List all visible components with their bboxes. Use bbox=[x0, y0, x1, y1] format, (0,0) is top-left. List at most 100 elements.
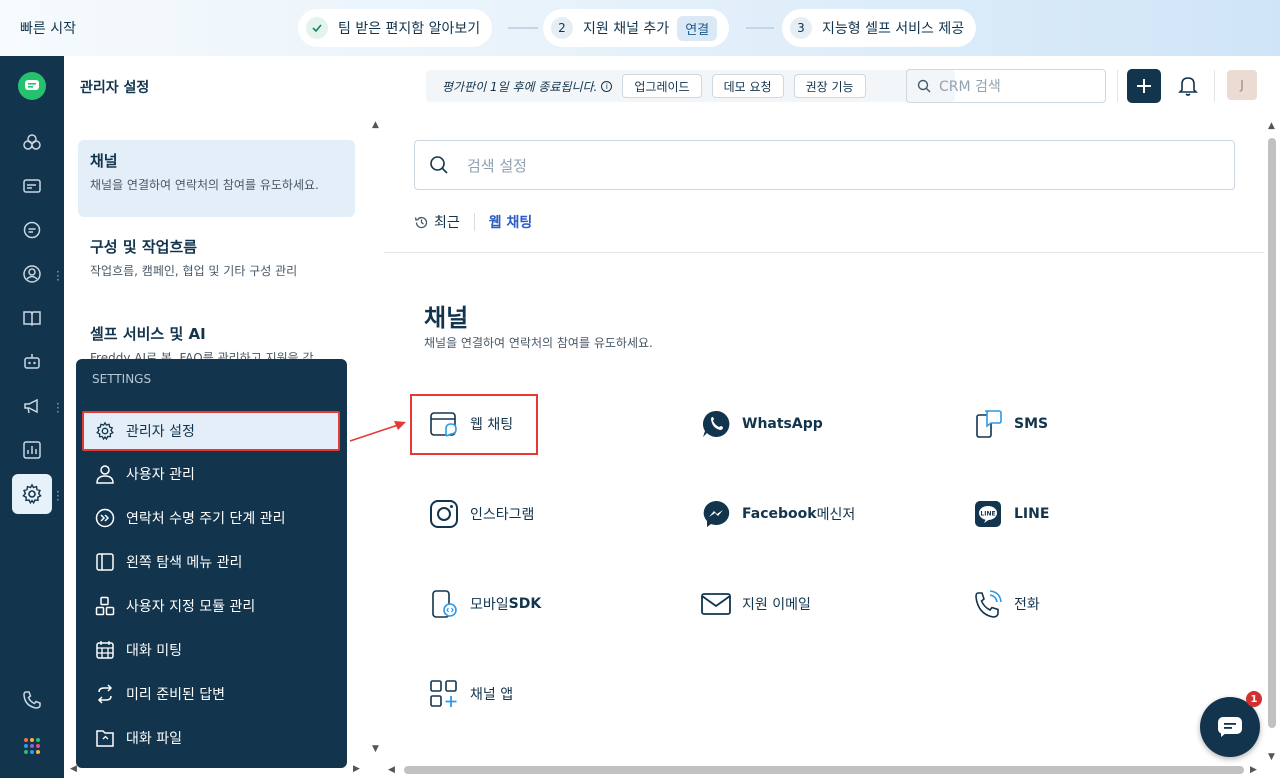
conversations-icon[interactable] bbox=[18, 216, 46, 244]
crm-search-input[interactable]: CRM 검색 bbox=[906, 69, 1106, 103]
user-icon bbox=[94, 463, 116, 485]
info-icon[interactable]: i bbox=[601, 80, 613, 92]
channel-phone[interactable]: 전화 bbox=[972, 586, 1040, 622]
plus-icon bbox=[1137, 79, 1151, 93]
scroll-left-icon[interactable]: ◀ bbox=[70, 764, 77, 774]
scrollbar-thumb[interactable] bbox=[404, 766, 1244, 774]
recent-link-web-chat[interactable]: 웹 채팅 bbox=[489, 212, 533, 232]
settings-section-workflows[interactable]: 구성 및 작업흐름 작업흐름, 캠페인, 협업 및 기타 구성 관리 bbox=[78, 226, 355, 303]
channel-label-suffix: SDK bbox=[508, 596, 542, 612]
section-title: 채널 bbox=[90, 152, 118, 170]
settings-scrollbar[interactable]: ▲ ▼ bbox=[368, 118, 384, 778]
connect-tag[interactable]: 연결 bbox=[677, 15, 718, 41]
app-grid-icon[interactable] bbox=[18, 732, 46, 760]
modules-icon bbox=[94, 595, 116, 617]
menu-item-lifecycle-stages[interactable]: 연락처 수명 주기 단계 관리 bbox=[84, 499, 339, 537]
main-vertical-scrollbar[interactable]: ▲ ▼ bbox=[1264, 118, 1280, 766]
channel-app[interactable]: 채널 앱 bbox=[428, 676, 513, 712]
menu-item-meetings[interactable]: 대화 미팅 bbox=[84, 631, 339, 669]
scroll-down-icon[interactable]: ▼ bbox=[1268, 752, 1275, 762]
step-number: 3 bbox=[790, 17, 812, 39]
menu-item-label: 미리 준비된 답변 bbox=[126, 687, 226, 703]
main-horizontal-scrollbar[interactable]: ◀ ▶ bbox=[384, 762, 1264, 778]
contacts-icon[interactable] bbox=[18, 260, 46, 288]
more-icon[interactable]: · · · bbox=[56, 486, 60, 506]
channel-support-email[interactable]: 지원 이메일 bbox=[700, 586, 811, 622]
line-icon: LINE bbox=[972, 498, 1004, 530]
demo-request-button[interactable]: 데모 요청 bbox=[711, 74, 784, 98]
scrollbar-thumb[interactable] bbox=[1268, 138, 1276, 728]
avatar[interactable]: J bbox=[1227, 70, 1257, 100]
channel-label: 전화 bbox=[1014, 597, 1040, 613]
add-new-button[interactable] bbox=[1127, 69, 1161, 103]
tickets-icon[interactable] bbox=[18, 172, 46, 200]
divider bbox=[384, 252, 1264, 253]
team-inbox-icon[interactable] bbox=[18, 128, 46, 156]
menu-item-user-management[interactable]: 사용자 관리 bbox=[84, 455, 339, 493]
recent-bar: 최근 웹 채팅 bbox=[414, 212, 532, 232]
menu-item-label: 사용자 지정 모듈 관리 bbox=[126, 599, 256, 615]
channel-label: 채널 앱 bbox=[470, 687, 514, 703]
scroll-left-icon[interactable]: ◀ bbox=[388, 765, 395, 775]
menu-item-left-nav[interactable]: 왼쪽 탐색 메뉴 관리 bbox=[84, 543, 339, 581]
step-label: 지능형 셀프 서비스 제공 bbox=[822, 21, 965, 37]
more-icon[interactable]: · · · bbox=[56, 266, 60, 286]
more-icon[interactable]: · · · bbox=[56, 398, 60, 418]
dropdown-caption: SETTINGS bbox=[92, 372, 152, 386]
divider bbox=[1117, 70, 1118, 102]
menu-item-files[interactable]: 대화 파일 bbox=[84, 719, 339, 757]
chat-bubble-icon bbox=[1218, 717, 1242, 737]
history-icon bbox=[414, 215, 429, 230]
knowledge-base-icon[interactable] bbox=[18, 304, 46, 332]
menu-item-admin-settings[interactable]: 관리자 설정 bbox=[82, 411, 340, 451]
upgrade-button[interactable]: 업그레이드 bbox=[622, 74, 702, 98]
settings-gear-icon[interactable] bbox=[12, 474, 52, 514]
scroll-up-icon[interactable]: ▲ bbox=[1268, 121, 1275, 131]
bot-icon[interactable] bbox=[18, 348, 46, 376]
trial-banner: 평가판이 1일 후에 종료됩니다. i 업그레이드 데모 요청 권장 기능 bbox=[426, 70, 955, 102]
recommended-features-button[interactable]: 권장 기능 bbox=[793, 74, 866, 98]
section-title: 구성 및 작업흐름 bbox=[90, 238, 198, 256]
menu-item-label: 연락처 수명 주기 단계 관리 bbox=[126, 511, 286, 527]
svg-text:LINE: LINE bbox=[980, 511, 995, 518]
scroll-down-icon[interactable]: ▼ bbox=[372, 744, 379, 754]
settings-search-input[interactable]: 검색 설정 bbox=[414, 140, 1235, 190]
highlight-box bbox=[410, 394, 538, 455]
channel-sms[interactable]: SMS bbox=[972, 406, 1048, 442]
crm-search-placeholder: CRM 검색 bbox=[939, 79, 1001, 95]
lifecycle-icon bbox=[94, 507, 116, 529]
menu-item-canned-responses[interactable]: 미리 준비된 답변 bbox=[84, 675, 339, 713]
settings-section-channels[interactable]: 채널 채널을 연결하여 연락처의 참여를 유도하세요. bbox=[78, 140, 355, 217]
step-3[interactable]: 3 지능형 셀프 서비스 제공 bbox=[782, 9, 977, 47]
channel-app-icon bbox=[428, 678, 460, 710]
channel-whatsapp[interactable]: WhatsApp bbox=[700, 406, 823, 442]
scroll-right-icon[interactable]: ▶ bbox=[353, 764, 360, 774]
section-desc: 작업흐름, 캠페인, 협업 및 기타 구성 관리 bbox=[90, 264, 298, 278]
check-icon bbox=[306, 17, 328, 39]
channel-instagram[interactable]: 인스타그램 bbox=[428, 496, 534, 532]
menu-item-custom-modules[interactable]: 사용자 지정 모듈 관리 bbox=[84, 587, 339, 625]
whatsapp-icon bbox=[700, 408, 732, 440]
scroll-right-icon[interactable]: ▶ bbox=[1250, 765, 1257, 775]
phone-call-icon bbox=[972, 588, 1004, 620]
divider bbox=[473, 213, 475, 231]
bell-icon[interactable] bbox=[1176, 73, 1200, 97]
section-description: 채널을 연결하여 연락처의 참여를 유도하세요. bbox=[424, 336, 653, 350]
phone-icon[interactable] bbox=[18, 686, 46, 714]
settings-section-self-service[interactable]: 셀프 서비스 및 AI Freddy AI로 봇, FAQ를 관리하고 지원을 … bbox=[78, 313, 355, 363]
analytics-icon[interactable] bbox=[18, 436, 46, 464]
trial-text: 평가판이 1일 후에 종료됩니다. bbox=[442, 79, 598, 94]
app-logo-icon[interactable] bbox=[18, 72, 46, 100]
channel-label: 인스타그램 bbox=[470, 507, 535, 523]
scroll-up-icon[interactable]: ▲ bbox=[372, 120, 379, 130]
campaigns-icon[interactable] bbox=[18, 392, 46, 420]
channel-line[interactable]: LINE LINE bbox=[972, 496, 1049, 532]
channel-mobile-sdk[interactable]: 모바일 SDK bbox=[428, 586, 541, 622]
channel-facebook-messenger[interactable]: Facebook 메신저 bbox=[700, 496, 855, 532]
divider bbox=[1214, 70, 1215, 102]
channel-label-suffix: 메신저 bbox=[816, 507, 856, 523]
step-2[interactable]: 2 지원 채널 추가 연결 bbox=[543, 9, 730, 47]
step-1[interactable]: 팀 받은 편지함 알아보기 bbox=[298, 9, 493, 47]
menu-item-label: 왼쪽 탐색 메뉴 관리 bbox=[126, 555, 243, 571]
messenger-icon bbox=[700, 498, 732, 530]
